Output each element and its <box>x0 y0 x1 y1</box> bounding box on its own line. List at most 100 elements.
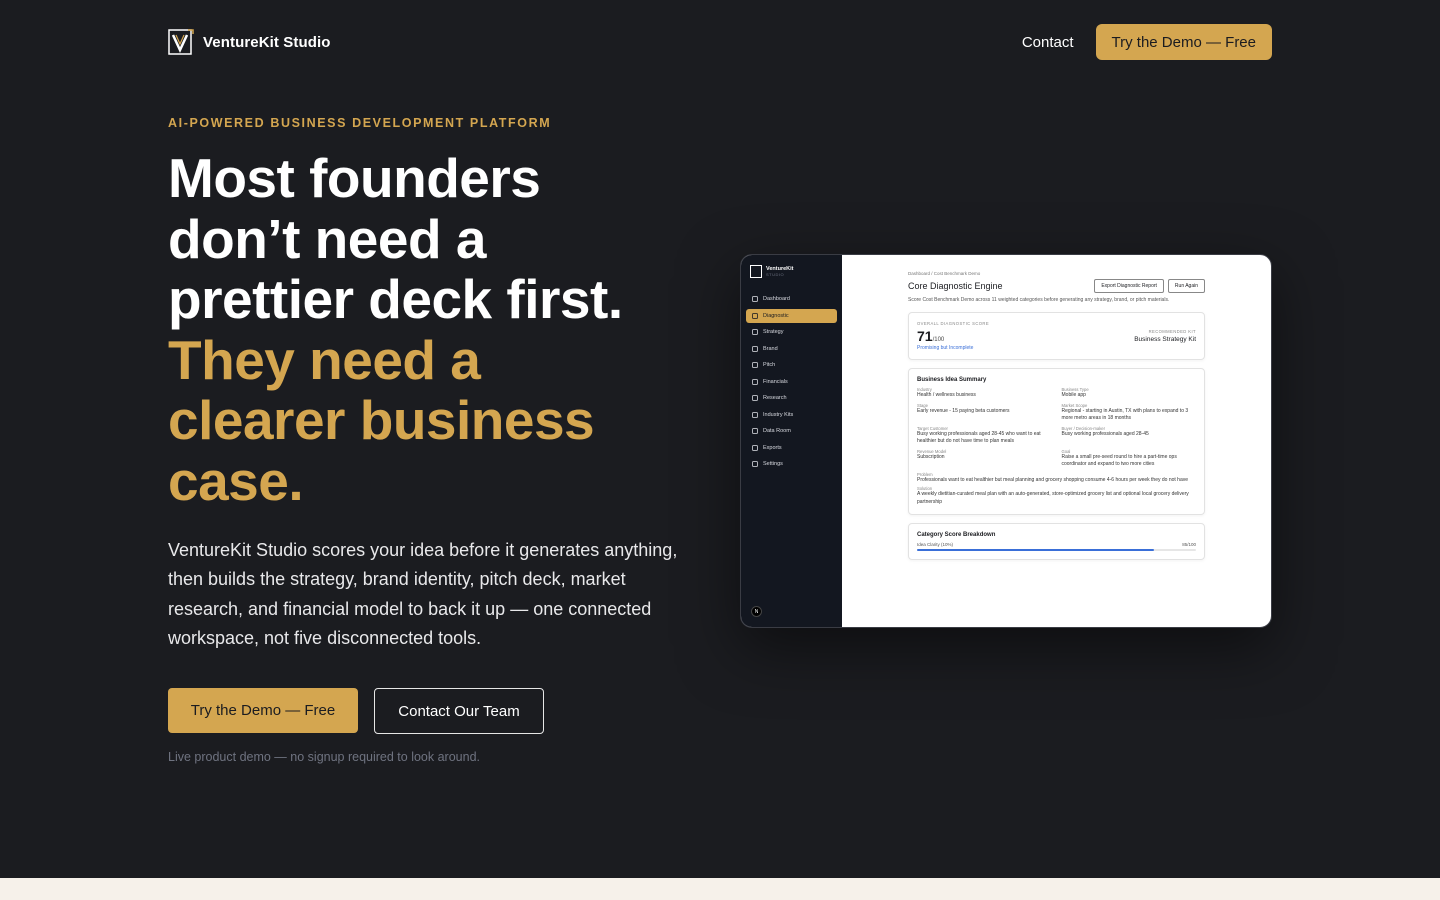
score-label: OVERALL DIAGNOSTIC SCORE <box>917 321 990 326</box>
sidebar-item-icon <box>752 444 758 451</box>
nav-try-demo-button[interactable]: Try the Demo — Free <box>1095 24 1272 60</box>
progress-bar-fill <box>917 549 1155 551</box>
recommended-kit: RECOMMENDED KIT Business Strategy Kit <box>1134 329 1196 343</box>
summary-card: Business Idea Summary Industry Health / w… <box>908 368 1205 515</box>
sidebar-item-label: Data Room <box>763 428 791 434</box>
score-number: 71 <box>917 328 933 344</box>
sidebar-item-icon <box>752 411 758 418</box>
sidebar-item-icon <box>752 395 758 401</box>
summary-field: Goal Raise a small pre-seed round to hire… <box>1062 449 1197 469</box>
headline-line: don’t need a <box>168 207 486 270</box>
sidebar-item-diagnostic: Diagnostic <box>746 308 837 323</box>
sidebar-item-icon <box>752 461 758 467</box>
nav-contact-link[interactable]: Contact <box>1022 34 1074 51</box>
next-section-band <box>0 878 1440 900</box>
headline-line-gold: clearer business <box>168 389 595 451</box>
contact-team-button[interactable]: Contact Our Team <box>374 688 544 734</box>
headline-line-gold: case. <box>168 449 304 512</box>
sidebar-item-icon <box>752 378 758 385</box>
breakdown-title: Category Score Breakdown <box>917 532 996 538</box>
breadcrumb: Dashboard / Cost Benchmark Demo <box>908 271 981 276</box>
kit-name: Business Strategy Kit <box>1134 336 1196 343</box>
page-title: Core Diagnostic Engine <box>908 281 1003 291</box>
headline-line-gold: They need a <box>168 328 481 391</box>
summary-field: Stage Early revenue - 15 paying beta cust… <box>917 403 1052 423</box>
summary-fields: Industry Health / wellness business Busine… <box>917 387 1196 469</box>
sidebar-item-label: Strategy <box>763 329 784 335</box>
sidebar-item-dashboard: Dashboard <box>746 292 837 306</box>
summary-field: Industry Health / wellness business <box>917 387 1052 400</box>
mock-sidebar: VentureKit STUDIO Dashboard Diagnostic Str… <box>741 255 842 627</box>
hero-headline: Most founders don’t need a prettier deck… <box>168 148 708 511</box>
field-value: Raise a small pre-seed round to hire a p… <box>1061 453 1177 468</box>
brand-name: VentureKit Studio <box>203 33 331 51</box>
score-row: OVERALL DIAGNOSTIC SCORE 71/100 Promisin… <box>917 321 1196 351</box>
mock-header: Core Diagnostic Engine Export Diagnostic… <box>908 279 1205 293</box>
field-value: Regional - starting in Austin, TX with p… <box>1061 407 1189 422</box>
solution-field: Solution A weekly dietitian-curated meal… <box>917 486 1196 506</box>
breakdown-card: Category Score Breakdown Idea Clarity (1… <box>908 523 1205 560</box>
sidebar-item-research: Research <box>746 391 837 405</box>
sidebar-item-label: Pitch <box>763 362 776 368</box>
run-again-button: Run Again <box>1167 279 1205 293</box>
summary-title: Business Idea Summary <box>917 377 987 383</box>
field-value: Busy working professionals aged 28-45 <box>1061 430 1149 437</box>
sidebar-item-label: Industry Kits <box>763 411 794 418</box>
sidebar-item-industry-kits: Industry Kits <box>746 408 837 422</box>
page-description: Score Cost Benchmark Demo across 11 weig… <box>908 297 1170 303</box>
venturekit-logo-icon <box>168 29 194 55</box>
sidebar-item-strategy: Strategy <box>746 325 837 339</box>
mock-actions: Export Diagnostic Report Run Again <box>1094 279 1205 293</box>
sidebar-item-icon <box>752 362 758 368</box>
summary-field: Buyer / Decision-maker Busy working profe… <box>1062 426 1197 446</box>
sidebar-item-financials: Financials <box>746 375 837 389</box>
score-status: Promising but Incomplete <box>917 345 974 351</box>
sidebar-item-exports: Exports <box>746 441 837 455</box>
breakdown-item: Idea Clarity (10%) <box>917 542 954 547</box>
hero-cta-row: Try the Demo — Free Contact Our Team <box>168 688 544 734</box>
sidebar-item-data-room: Data Room <box>746 424 837 438</box>
sidebar-item-icon <box>752 296 758 302</box>
headline-line: prettier deck first. <box>168 268 623 330</box>
hero-eyebrow: AI-POWERED BUSINESS DEVELOPMENT PLATFORM <box>168 116 552 130</box>
breakdown-score: 85/100 <box>1182 542 1196 547</box>
mock-nav-list: Dashboard Diagnostic Strategy Brand Pitch Fin… <box>746 292 837 471</box>
kit-label: RECOMMENDED KIT <box>1148 329 1196 334</box>
sidebar-item-label: Financials <box>763 378 788 385</box>
try-demo-button[interactable]: Try the Demo — Free <box>168 688 358 733</box>
field-value: Mobile app <box>1061 392 1086 398</box>
sidebar-item-settings: Settings <box>746 457 837 471</box>
sidebar-item-label: Exports <box>763 444 782 451</box>
mock-brand-sub: STUDIO <box>766 272 785 277</box>
hero-subheadline: VentureKit Studio scores your idea befor… <box>168 540 678 648</box>
summary-field: Revenue Model Subscription <box>917 449 1052 469</box>
sidebar-item-brand: Brand <box>746 342 837 356</box>
avatar: N <box>751 606 762 617</box>
problem-field: Problem Professionals want to eat health… <box>917 472 1196 485</box>
score-value: 71/100 <box>917 328 989 344</box>
summary-field: Target Customer Busy working professional… <box>917 426 1052 446</box>
headline-line: Most founders <box>168 147 541 209</box>
sidebar-item-label: Brand <box>763 345 778 352</box>
top-nav: VentureKit Studio Contact Try the Demo —… <box>168 24 1272 60</box>
field-value: A weekly dietitian-curated meal plan wit… <box>917 491 1189 505</box>
breakdown-row: Idea Clarity (10%) 85/100 <box>917 542 1196 547</box>
sidebar-item-label: Settings <box>763 461 783 467</box>
mock-main: Dashboard / Cost Benchmark Demo Core Dia… <box>842 255 1271 627</box>
field-value: Health / wellness business <box>917 392 976 398</box>
brand[interactable]: VentureKit Studio <box>168 28 331 56</box>
field-value: Busy working professionals aged 28-45 wh… <box>917 430 1041 445</box>
field-value: Subscription <box>917 453 945 460</box>
score-max: /100 <box>932 337 945 343</box>
product-screenshot: VentureKit STUDIO Dashboard Diagnostic Str… <box>740 254 1272 628</box>
sidebar-item-icon <box>752 345 758 352</box>
mock-logo-icon <box>750 265 762 278</box>
score-card: OVERALL DIAGNOSTIC SCORE 71/100 Promisin… <box>908 312 1205 360</box>
nav-actions: Contact Try the Demo — Free <box>1022 24 1272 60</box>
mock-brand: VentureKit STUDIO <box>750 265 833 278</box>
sidebar-item-label: Dashboard <box>763 296 790 302</box>
sidebar-item-icon <box>752 428 758 434</box>
sidebar-item-icon <box>752 312 758 319</box>
progress-bar <box>917 549 1196 551</box>
summary-field: Market Scope Regional - starting in Austi… <box>1062 403 1197 423</box>
